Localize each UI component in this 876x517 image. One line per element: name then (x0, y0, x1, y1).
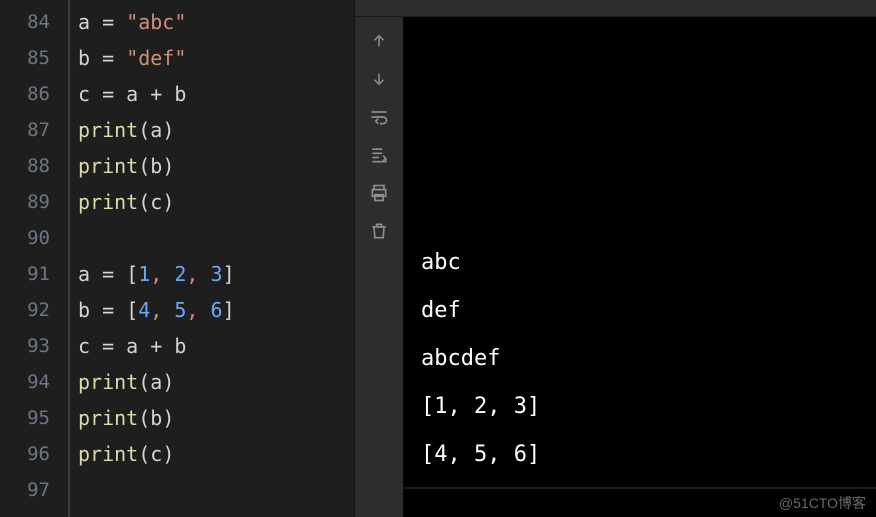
code-line[interactable] (70, 472, 354, 508)
code-line[interactable]: b = [4, 5, 6] (70, 292, 354, 328)
arrow-up-icon[interactable] (367, 29, 391, 53)
arrow-down-icon[interactable] (367, 67, 391, 91)
console-line: [1, 2, 3] (421, 383, 864, 431)
console-line: def (421, 287, 864, 335)
code-line[interactable] (70, 220, 354, 256)
trash-icon[interactable] (367, 219, 391, 243)
code-line[interactable]: a = "abc" (70, 4, 354, 40)
console-line: abc (421, 239, 864, 287)
code-line[interactable]: print(b) (70, 400, 354, 436)
line-number: 89 (0, 184, 68, 220)
code-line[interactable]: b = "def" (70, 40, 354, 76)
line-number: 97 (0, 472, 68, 508)
line-number: 96 (0, 436, 68, 472)
console-line: [4, 5, 6] (421, 431, 864, 479)
code-line[interactable]: c = a + b (70, 328, 354, 364)
print-icon[interactable] (367, 181, 391, 205)
line-number: 93 (0, 328, 68, 364)
line-number: 92 (0, 292, 68, 328)
line-number: 85 (0, 40, 68, 76)
app-root: 8485868788899091929394959697 a = "abc"b … (0, 0, 876, 517)
watermark: @51CTO博客 (779, 493, 866, 513)
line-number: 87 (0, 112, 68, 148)
console-output[interactable]: abcdefabcdef[1, 2, 3][4, 5, 6][1, 2, 3, … (403, 17, 876, 517)
line-number: 84 (0, 4, 68, 40)
line-number: 91 (0, 256, 68, 292)
tool-icon-strip (355, 17, 403, 517)
code-line[interactable]: print(a) (70, 112, 354, 148)
line-number: 90 (0, 220, 68, 256)
console-line: abcdef (421, 335, 864, 383)
code-editor[interactable]: 8485868788899091929394959697 a = "abc"b … (0, 0, 354, 517)
line-number: 95 (0, 400, 68, 436)
line-number: 86 (0, 76, 68, 112)
soft-wrap-icon[interactable] (367, 105, 391, 129)
code-line[interactable]: print(b) (70, 148, 354, 184)
code-line[interactable]: print(a) (70, 364, 354, 400)
code-line[interactable]: a = [1, 2, 3] (70, 256, 354, 292)
panel-body: abcdefabcdef[1, 2, 3][4, 5, 6][1, 2, 3, … (355, 17, 876, 517)
code-line[interactable]: print(c) (70, 184, 354, 220)
line-number: 88 (0, 148, 68, 184)
code-line[interactable]: print(c) (70, 436, 354, 472)
code-area[interactable]: a = "abc"b = "def"c = a + bprint(a)print… (68, 0, 354, 517)
line-number-gutter: 8485868788899091929394959697 (0, 0, 68, 517)
run-tool-panel: abcdefabcdef[1, 2, 3][4, 5, 6][1, 2, 3, … (354, 0, 876, 517)
line-number: 94 (0, 364, 68, 400)
panel-topbar (355, 0, 876, 17)
code-line[interactable]: c = a + b (70, 76, 354, 112)
scroll-to-end-icon[interactable] (367, 143, 391, 167)
